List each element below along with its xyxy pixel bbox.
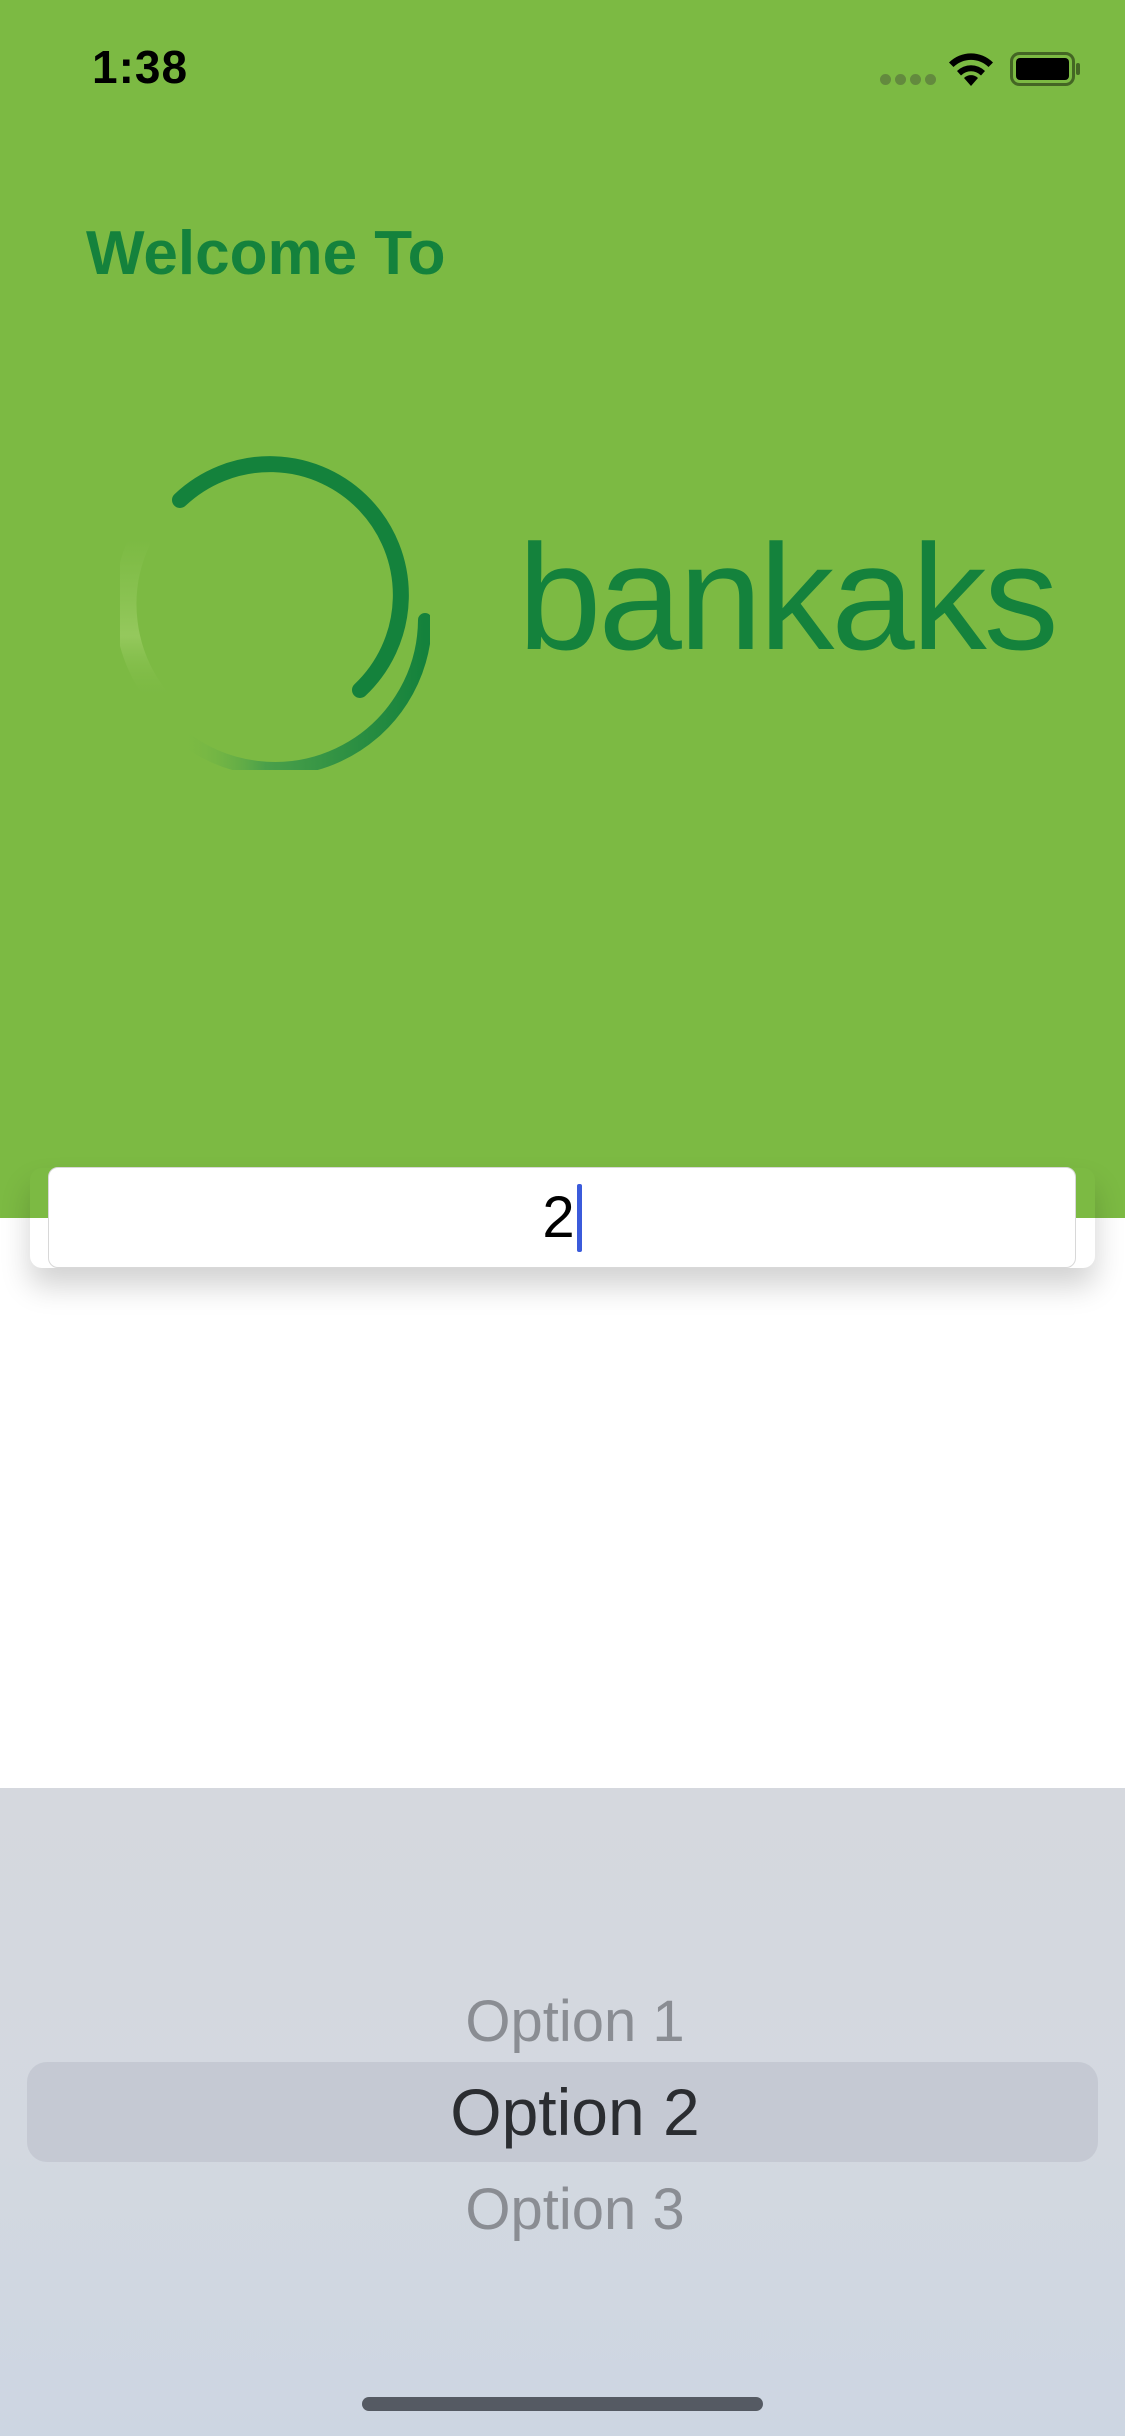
battery-icon <box>1010 52 1080 86</box>
option-input-field[interactable]: 2 <box>48 1167 1076 1268</box>
brand-name: bankaks <box>518 513 1059 681</box>
status-bar: 1:38 <box>0 0 1125 140</box>
welcome-title: Welcome To <box>86 219 446 288</box>
wifi-icon <box>949 53 993 86</box>
signal-dots-icon <box>880 74 936 86</box>
home-indicator[interactable] <box>362 2397 763 2411</box>
welcome-header: 1:38 Welcome To bankaks <box>0 0 1125 1218</box>
text-caret <box>576 1183 582 1252</box>
picker-option-2[interactable]: Option 2 <box>0 2074 1125 2150</box>
status-time: 1:38 <box>92 41 189 93</box>
bankaks-logo-icon <box>120 456 430 770</box>
picker-option-1[interactable]: Option 1 <box>0 1988 1125 2055</box>
option-input-value: 2 <box>542 1185 575 1250</box>
picker-option-3[interactable]: Option 3 <box>0 2176 1125 2243</box>
